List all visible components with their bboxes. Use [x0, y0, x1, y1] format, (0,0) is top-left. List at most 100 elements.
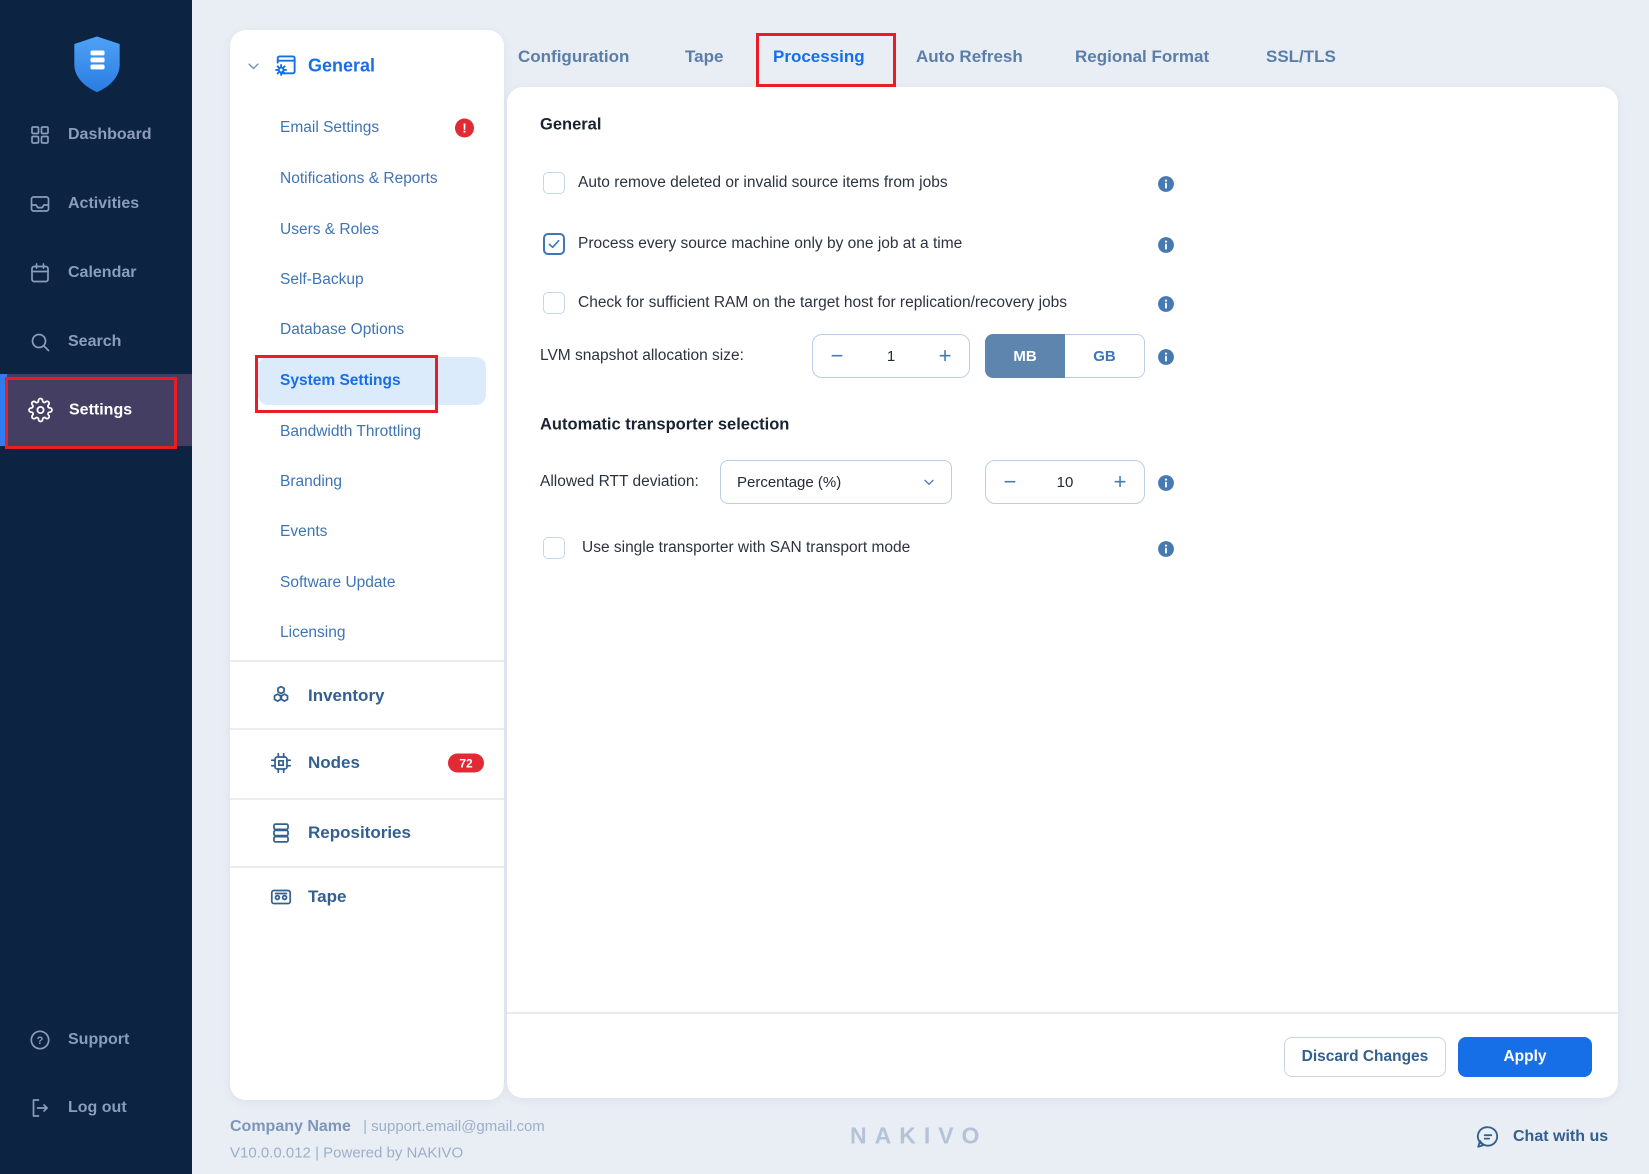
rtt-unit-dropdown[interactable]: Percentage (%) [720, 460, 952, 504]
nav-item-branding[interactable]: Branding [280, 473, 342, 491]
nav-group-inventory[interactable]: Inventory [268, 683, 385, 709]
nav-item-events[interactable]: Events [280, 523, 327, 541]
nav-divider [230, 866, 504, 868]
nav-item-database-options[interactable]: Database Options [280, 321, 404, 339]
nav-group-nodes[interactable]: Nodes [268, 750, 360, 776]
stepper-decrease-button[interactable]: − [813, 343, 861, 369]
nav-item-system-settings[interactable]: System Settings [280, 372, 401, 390]
sidebar-item-label: Dashboard [68, 126, 152, 144]
tab-ssl-tls[interactable]: SSL/TLS [1266, 47, 1336, 67]
nav-item-email-settings[interactable]: Email Settings [280, 119, 379, 137]
checkbox-check-ram[interactable] [543, 292, 565, 314]
nav-divider [230, 798, 504, 800]
app-logo [70, 34, 124, 94]
activities-icon [28, 192, 52, 216]
checkbox-auto-remove[interactable] [543, 172, 565, 194]
lvm-unit-toggle: MB GB [985, 334, 1145, 378]
sidebar-item-label: Calendar [68, 264, 136, 282]
sidebar-item-label: Activities [68, 195, 139, 213]
inventory-icon [268, 683, 294, 709]
nav-item-self-backup[interactable]: Self-Backup [280, 271, 364, 289]
stepper-increase-button[interactable]: + [1096, 469, 1144, 495]
nav-group-label: Nodes [308, 753, 360, 773]
main-sidebar [0, 0, 192, 1174]
repositories-icon [268, 820, 294, 846]
chevron-down-icon [921, 474, 937, 490]
tab-tape[interactable]: Tape [685, 47, 723, 67]
nav-item-bandwidth-throttling[interactable]: Bandwidth Throttling [280, 423, 421, 441]
nav-group-general[interactable]: General [246, 53, 375, 80]
sidebar-item-label: Search [68, 333, 121, 351]
sidebar-item-search[interactable]: Search [28, 330, 121, 354]
apply-button[interactable]: Apply [1458, 1037, 1592, 1077]
checkbox-label: Check for sufficient RAM on the target h… [578, 294, 1067, 312]
sidebar-item-settings[interactable]: Settings [0, 374, 192, 446]
checkbox-label: Use single transporter with SAN transpor… [582, 539, 910, 557]
logout-icon [28, 1096, 52, 1120]
chat-label: Chat with us [1513, 1128, 1608, 1146]
section-heading-transporter: Automatic transporter selection [540, 416, 789, 435]
discard-changes-button[interactable]: Discard Changes [1284, 1037, 1446, 1077]
sidebar-item-logout[interactable]: Log out [28, 1096, 127, 1120]
nav-divider [230, 728, 504, 730]
nav-item-users-roles[interactable]: Users & Roles [280, 221, 379, 239]
company-name: Company Name [230, 1118, 351, 1135]
sidebar-item-activities[interactable]: Activities [28, 192, 139, 216]
info-icon[interactable] [1156, 347, 1176, 367]
info-icon[interactable] [1156, 235, 1176, 255]
nav-divider [230, 660, 504, 662]
tab-regional-format[interactable]: Regional Format [1075, 47, 1209, 67]
nav-item-notifications-reports[interactable]: Notifications & Reports [280, 170, 438, 188]
tab-auto-refresh[interactable]: Auto Refresh [916, 47, 1023, 67]
tape-icon [268, 884, 294, 910]
check-icon [546, 236, 562, 252]
sidebar-item-label: Support [68, 1031, 129, 1049]
lvm-size-label: LVM snapshot allocation size: [540, 347, 744, 365]
nav-group-label: General [308, 56, 375, 77]
actions-divider [507, 1012, 1618, 1014]
unit-mb-button[interactable]: MB [985, 334, 1065, 378]
tab-processing[interactable]: Processing [773, 47, 865, 67]
unit-gb-button[interactable]: GB [1065, 334, 1145, 378]
chevron-down-icon [246, 59, 261, 74]
dropdown-value: Percentage (%) [737, 474, 841, 491]
sidebar-item-support[interactable]: ? Support [28, 1028, 129, 1052]
info-icon[interactable] [1156, 539, 1176, 559]
settings-nav-panel [230, 30, 504, 1100]
sidebar-item-dashboard[interactable]: Dashboard [28, 123, 152, 147]
support-email: | support.email@gmail.com [363, 1118, 545, 1135]
nav-group-label: Repositories [308, 823, 411, 843]
stepper-decrease-button[interactable]: − [986, 469, 1034, 495]
calendar-icon [28, 261, 52, 285]
sidebar-item-label: Log out [68, 1099, 127, 1117]
lvm-size-value[interactable]: 1 [861, 348, 921, 365]
checkbox-one-job-at-a-time[interactable] [543, 233, 565, 255]
stepper-increase-button[interactable]: + [921, 343, 969, 369]
gear-icon [28, 398, 53, 423]
info-icon[interactable] [1156, 473, 1176, 493]
nav-group-repositories[interactable]: Repositories [268, 820, 411, 846]
chat-bubble-icon [1475, 1124, 1501, 1150]
info-icon[interactable] [1156, 174, 1176, 194]
checkbox-san-transport[interactable] [543, 537, 565, 559]
nav-group-tape[interactable]: Tape [268, 884, 346, 910]
lvm-size-stepper: − 1 + [812, 334, 970, 378]
nav-item-licensing[interactable]: Licensing [280, 624, 346, 642]
help-icon: ? [28, 1028, 52, 1052]
general-settings-icon [271, 53, 298, 80]
sidebar-item-label: Settings [69, 401, 132, 419]
nodes-count-badge: 72 [448, 754, 484, 773]
email-alert-badge: ! [455, 119, 474, 138]
sidebar-item-calendar[interactable]: Calendar [28, 261, 136, 285]
footer-company-line: Company Name | support.email@gmail.com [230, 1118, 545, 1136]
active-accent-bar [0, 374, 7, 446]
checkbox-label: Auto remove deleted or invalid source it… [578, 174, 948, 192]
chat-with-us-button[interactable]: Chat with us [1475, 1124, 1608, 1150]
nakivo-wordmark: NAKIVO [850, 1123, 987, 1150]
info-icon[interactable] [1156, 294, 1176, 314]
shield-icon [74, 36, 119, 92]
nav-item-software-update[interactable]: Software Update [280, 574, 395, 592]
search-icon [28, 330, 52, 354]
rtt-value[interactable]: 10 [1034, 474, 1096, 491]
tab-configuration[interactable]: Configuration [518, 47, 629, 67]
